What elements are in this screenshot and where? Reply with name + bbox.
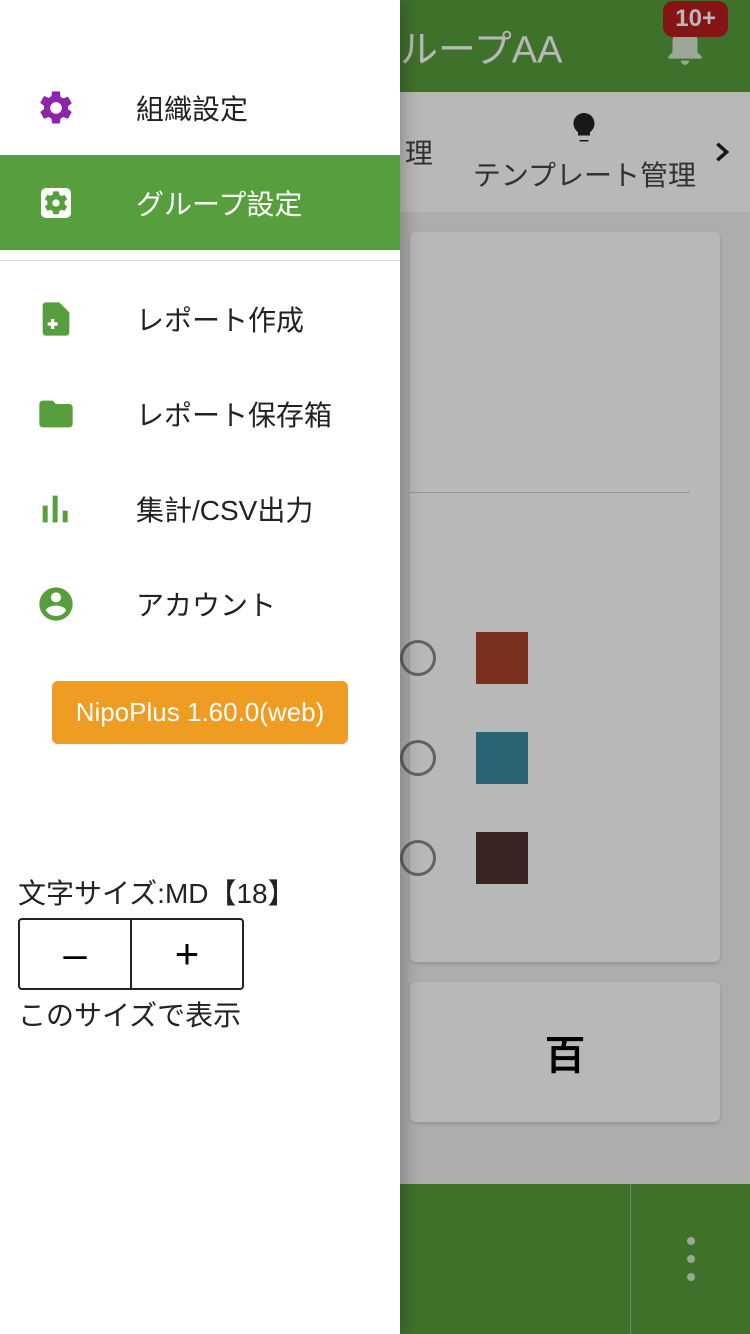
font-stepper: – + <box>18 918 244 990</box>
bar-chart-icon <box>36 489 76 529</box>
sidebar-item-label: 集計/CSV出力 <box>136 489 313 529</box>
sidebar-item-summary-csv[interactable]: 集計/CSV出力 <box>0 461 400 556</box>
version-badge[interactable]: NipoPlus 1.60.0(web) <box>52 681 349 744</box>
sidebar-item-label: アカウント <box>136 584 276 624</box>
file-plus-icon <box>36 299 76 339</box>
sidebar-item-org-settings[interactable]: 組織設定 <box>0 60 400 155</box>
sidebar-item-account[interactable]: アカウント <box>0 556 400 651</box>
navigation-drawer: 組織設定 グループ設定 レポート作成 レポート保存箱 集計/CSV出力 アカウン… <box>0 0 400 1334</box>
font-increase-button[interactable]: + <box>132 920 242 988</box>
font-size-note: このサイズで表示 <box>18 994 382 1034</box>
sidebar-item-group-settings[interactable]: グループ設定 <box>0 155 400 250</box>
font-decrease-button[interactable]: – <box>20 920 132 988</box>
sidebar-item-report-create[interactable]: レポート作成 <box>0 271 400 366</box>
sidebar-item-report-box[interactable]: レポート保存箱 <box>0 366 400 461</box>
divider <box>0 260 400 261</box>
sidebar-item-label: レポート保存箱 <box>136 394 332 434</box>
sidebar-item-label: 組織設定 <box>136 88 248 128</box>
font-size-controls: 文字サイズ:MD【18】 – + このサイズで表示 <box>0 872 400 1034</box>
gear-box-icon <box>36 183 76 223</box>
sidebar-item-label: グループ設定 <box>136 183 302 223</box>
gear-icon <box>36 88 76 128</box>
sidebar-item-label: レポート作成 <box>136 299 304 339</box>
folder-icon <box>36 394 76 434</box>
font-size-label: 文字サイズ:MD【18】 <box>18 872 382 912</box>
account-icon <box>36 584 76 624</box>
